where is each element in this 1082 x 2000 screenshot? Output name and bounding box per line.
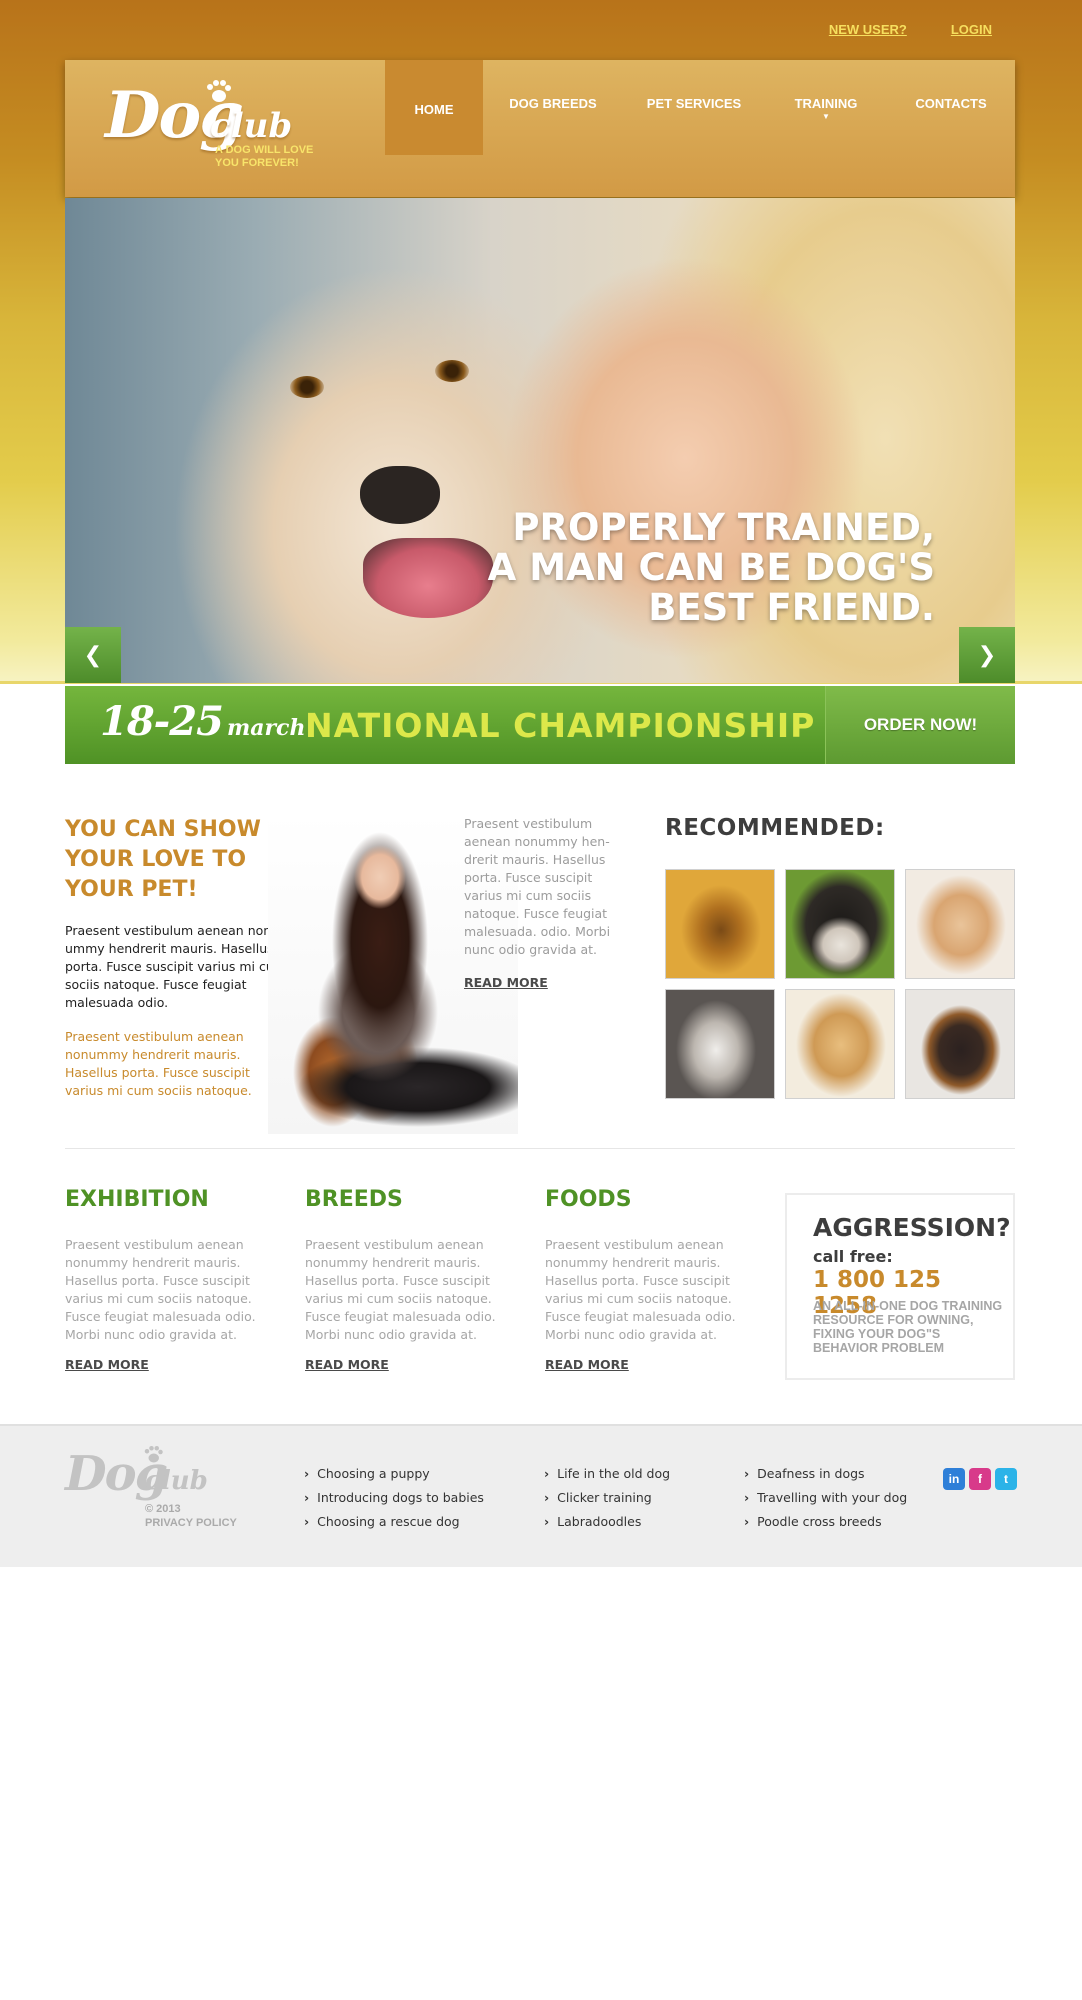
footer-copyright: © 2013 PRIVACY POLICY (145, 1502, 237, 1530)
chevron-right-icon: ❯ (977, 642, 997, 668)
footer-logo-club-text: club (145, 1466, 208, 1496)
logo-club-text: club (210, 106, 293, 146)
nav-training[interactable]: TRAINING ▼ (765, 60, 887, 155)
thumb-cocker-spaniel[interactable] (905, 869, 1015, 979)
chevron-left-icon: ❮ (83, 642, 103, 668)
exhibition-heading: EXHIBITION (65, 1187, 209, 1212)
footer-link[interactable]: Choosing a puppy (304, 1466, 484, 1490)
hero-image-dog-mouth (363, 538, 493, 618)
copyright-text: © 2013 (145, 1503, 181, 1515)
paw-icon (144, 1446, 163, 1463)
order-now-button[interactable]: ORDER NOW! (825, 686, 1015, 764)
thumb-rottweiler[interactable] (905, 989, 1015, 1099)
hero-image-dog-nose (360, 466, 440, 524)
footer-link[interactable]: Poodle cross breeds (744, 1514, 907, 1538)
recommended-heading: RECOMMENDED: (665, 815, 885, 841)
nav-pet-services[interactable]: PET SERVICES (623, 60, 765, 155)
love-read-more-link[interactable]: READ MORE (464, 975, 548, 990)
nav-training-label: TRAINING (794, 96, 858, 111)
tagline-line-1: A DOG WILL LOVE (215, 144, 314, 156)
breeds-heading: BREEDS (305, 1187, 403, 1212)
thumb-yorkshire-terrier[interactable] (665, 869, 775, 979)
main-nav: HOME DOG BREEDS PET SERVICES TRAINING ▼ … (385, 60, 1015, 155)
login-link[interactable]: LOGIN (951, 22, 992, 37)
tagline-line-2: YOU FOREVER! (215, 157, 299, 169)
love-paragraph-2: Praesent vestibulum aenean nonummy hendr… (65, 1029, 252, 1098)
call-free-label: call free: (813, 1247, 893, 1266)
new-user-link[interactable]: NEW USER? (829, 22, 907, 37)
paw-icon (207, 80, 231, 102)
footer-link[interactable]: Choosing a rescue dog (304, 1514, 484, 1538)
aggression-description: AN ALL-IN-ONE DOG TRAINING RESOURCE FOR … (813, 1299, 1003, 1355)
facebook-icon[interactable]: f (969, 1468, 991, 1490)
site-header: Dog club A DOG WILL LOVE YOU FOREVER! HO… (65, 60, 1015, 197)
footer-links-col-1: Choosing a puppy Introducing dogs to bab… (304, 1466, 484, 1538)
aggression-box: AGGRESSION? call free: 1 800 125 1258 AN… (785, 1193, 1015, 1380)
aggression-title: AGGRESSION? (813, 1213, 1011, 1242)
footer-links-col-3: Deafness in dogs Travelling with your do… (744, 1466, 907, 1538)
thumb-labrador-retriever[interactable] (785, 989, 895, 1099)
hero-image-dog-eye (435, 360, 469, 382)
love-paragraph-1: Praesent vestibulum aenean non-ummy hend… (65, 923, 286, 1010)
breeds-text: Praesent vestibulum aenean nonummy hendr… (305, 1237, 496, 1342)
footer-link[interactable]: Travelling with your dog (744, 1490, 907, 1514)
footer-link[interactable]: Life in the old dog (544, 1466, 670, 1490)
exhibition-read-more-link[interactable]: READ MORE (65, 1357, 149, 1372)
footer-link[interactable]: Clicker training (544, 1490, 670, 1514)
banner-date-month: march (226, 715, 306, 741)
hero-caption: PROPERLY TRAINED, A MAN CAN BE DOG'S BES… (487, 506, 935, 629)
slider-next-button[interactable]: ❯ (959, 627, 1015, 683)
exhibition-text: Praesent vestibulum aenean nonummy hendr… (65, 1237, 256, 1342)
social-icons: in f t (943, 1468, 1017, 1490)
slider-prev-button[interactable]: ❮ (65, 627, 121, 683)
footer-link[interactable]: Introducing dogs to babies (304, 1490, 484, 1514)
privacy-policy-link[interactable]: PRIVACY POLICY (145, 1516, 237, 1530)
section-divider (65, 1148, 1015, 1149)
linkedin-icon[interactable]: in (943, 1468, 965, 1490)
banner-title: NATIONAL CHAMPIONSHIP (305, 706, 816, 745)
foods-text: Praesent vestibulum aenean nonummy hendr… (545, 1237, 736, 1342)
foods-read-more-link[interactable]: READ MORE (545, 1357, 629, 1372)
footer-link[interactable]: Labradoodles (544, 1514, 670, 1538)
top-links: NEW USER? LOGIN (829, 22, 992, 37)
banner-date: 18-25 march (100, 698, 305, 745)
twitter-icon[interactable]: t (995, 1468, 1017, 1490)
footer-logo[interactable]: Dog club © 2013 PRIVACY POLICY (65, 1446, 245, 1536)
footer-links-col-2: Life in the old dog Clicker training Lab… (544, 1466, 670, 1538)
nav-dog-breeds[interactable]: DOG BREEDS (483, 60, 623, 155)
nav-contacts[interactable]: CONTACTS (887, 60, 1015, 155)
footer-link[interactable]: Deafness in dogs (744, 1466, 907, 1490)
thumb-bernese-mountain-dog[interactable] (785, 869, 895, 979)
site-logo[interactable]: Dog club A DOG WILL LOVE YOU FOREVER! (105, 78, 345, 188)
nav-home[interactable]: HOME (385, 60, 483, 155)
breeds-read-more-link[interactable]: READ MORE (305, 1357, 389, 1372)
hero-image-dog-eye (290, 376, 324, 398)
love-heading: YOU CAN SHOW YOUR LOVE TO YOUR PET! (65, 817, 261, 902)
championship-banner: 18-25 march NATIONAL CHAMPIONSHIP ORDER N… (65, 686, 1015, 764)
hero-slider: PROPERLY TRAINED, A MAN CAN BE DOG'S BES… (65, 198, 1015, 683)
foods-heading: FOODS (545, 1187, 632, 1212)
site-footer: Dog club © 2013 PRIVACY POLICY Choosing … (0, 1424, 1082, 1567)
caret-down-icon: ▼ (822, 112, 830, 121)
banner-date-days: 18-25 (100, 698, 224, 745)
logo-tagline: A DOG WILL LOVE YOU FOREVER! (215, 144, 355, 170)
thumb-husky[interactable] (665, 989, 775, 1099)
love-side-text: Praesent vestibulum aenean nonummy hen-d… (464, 816, 611, 957)
